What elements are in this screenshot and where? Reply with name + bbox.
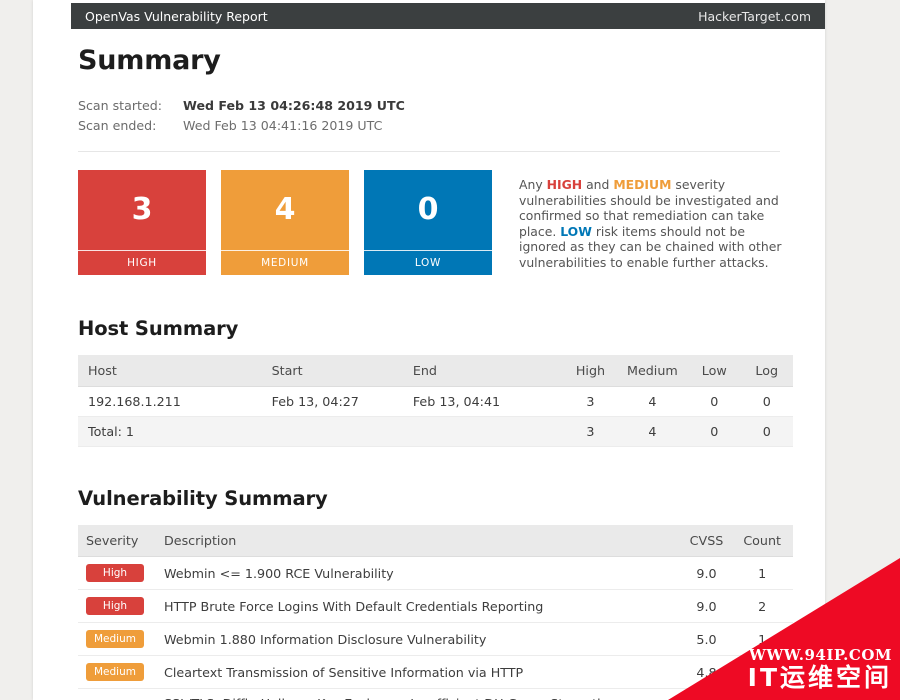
high-cell: 3 xyxy=(564,386,617,417)
log-cell: 0 xyxy=(740,386,793,417)
severity-col-header: Severity xyxy=(78,525,154,557)
report-header-bar: OpenVas Vulnerability Report HackerTarge… xyxy=(71,3,825,29)
severity-cell: High xyxy=(78,589,154,623)
severity-cell: Medium xyxy=(78,655,154,689)
report-page: OpenVas Vulnerability Report HackerTarge… xyxy=(33,0,825,700)
note-part2: and xyxy=(582,177,614,192)
cvss-cell: 4.8 xyxy=(679,655,734,689)
vulnerability-summary-table: Severity Description CVSS Count High Web… xyxy=(78,525,793,700)
status-badge: High xyxy=(86,597,144,615)
note-low-keyword: LOW xyxy=(560,223,592,239)
scan-ended-value: Wed Feb 13 04:41:16 2019 UTC xyxy=(183,118,383,133)
log-col-header: Log xyxy=(740,355,793,387)
table-row: High Webmin <= 1.900 RCE Vulnerability 9… xyxy=(78,556,793,590)
host-summary-table-wrap: Host Start End High Medium Low Log 192.1… xyxy=(78,355,793,447)
severity-label-medium: MEDIUM xyxy=(221,250,349,275)
vulnerability-summary-heading: Vulnerability Summary xyxy=(78,487,328,510)
description-cell: Cleartext Transmission of Sensitive Info… xyxy=(154,655,680,689)
table-row: Medium SSL/TLS: Diffie-Hellman Key Excha… xyxy=(78,688,793,700)
severity-count-high: 3 xyxy=(131,191,153,227)
cvss-cell: 9.0 xyxy=(679,589,734,623)
severity-box-high: 3 HIGH xyxy=(78,170,206,275)
host-summary-table: Host Start End High Medium Low Log 192.1… xyxy=(78,355,793,447)
count-col-header: Count xyxy=(733,525,793,557)
total-start-cell xyxy=(261,416,403,447)
table-total-row: Total: 1 3 4 0 0 xyxy=(78,416,793,447)
host-summary-header-row: Host Start End High Medium Low Log xyxy=(78,355,793,387)
cvss-cell: 5.0 xyxy=(679,622,734,656)
host-summary-heading: Host Summary xyxy=(78,317,239,340)
host-summary-tbody: 192.168.1.211 Feb 13, 04:27 Feb 13, 04:4… xyxy=(78,386,793,447)
count-cell: 1 xyxy=(733,556,793,590)
severity-overview: 3 HIGH 4 MEDIUM 0 LOW Any HIGH and MEDIU… xyxy=(78,170,788,275)
severity-count-low: 0 xyxy=(417,191,439,227)
status-badge: High xyxy=(86,564,144,582)
cvss-cell: 9.0 xyxy=(679,556,734,590)
severity-count-medium: 4 xyxy=(274,191,296,227)
cvss-cell: 4.0 xyxy=(679,688,734,700)
report-title: OpenVas Vulnerability Report xyxy=(85,8,268,24)
scan-ended-label: Scan ended: xyxy=(78,118,157,133)
total-log-cell: 0 xyxy=(740,416,793,447)
total-label-cell: Total: 1 xyxy=(78,416,262,447)
severity-cell: Medium xyxy=(78,688,154,700)
scan-started-label: Scan started: xyxy=(78,98,162,113)
count-cell: 1 xyxy=(733,655,793,689)
report-brand: HackerTarget.com xyxy=(698,8,811,24)
table-row: Medium Webmin 1.880 Information Disclosu… xyxy=(78,622,793,656)
vulnerability-summary-header-row: Severity Description CVSS Count xyxy=(78,525,793,557)
severity-box-group: 3 HIGH 4 MEDIUM 0 LOW xyxy=(78,170,507,275)
low-col-header: Low xyxy=(688,355,741,387)
medium-cell: 4 xyxy=(616,386,689,417)
host-col-header: Host xyxy=(78,355,262,387)
high-col-header: High xyxy=(564,355,617,387)
vulnerability-summary-thead: Severity Description CVSS Count xyxy=(78,525,793,557)
host-summary-thead: Host Start End High Medium Low Log xyxy=(78,355,793,387)
low-cell: 0 xyxy=(688,386,741,417)
description-cell: Webmin <= 1.900 RCE Vulnerability xyxy=(154,556,680,590)
table-row: Medium Cleartext Transmission of Sensiti… xyxy=(78,655,793,689)
summary-heading: Summary xyxy=(78,45,221,76)
note-part1: Any xyxy=(519,177,547,192)
count-cell: 2 xyxy=(733,688,793,700)
cvss-col-header: CVSS xyxy=(679,525,734,557)
total-end-cell xyxy=(402,416,565,447)
start-cell: Feb 13, 04:27 xyxy=(261,386,403,417)
summary-divider xyxy=(78,151,780,152)
host-cell: 192.168.1.211 xyxy=(78,386,262,417)
table-row: 192.168.1.211 Feb 13, 04:27 Feb 13, 04:4… xyxy=(78,386,793,417)
table-row: High HTTP Brute Force Logins With Defaul… xyxy=(78,589,793,623)
severity-label-low: LOW xyxy=(364,250,492,275)
description-cell: Webmin 1.880 Information Disclosure Vuln… xyxy=(154,622,680,656)
description-cell: SSL/TLS: Diffie-Hellman Key Exchange Ins… xyxy=(154,688,680,700)
severity-cell: High xyxy=(78,556,154,590)
scan-ended-row: Scan ended: Wed Feb 13 04:41:16 2019 UTC xyxy=(78,116,788,136)
scan-meta: Scan started: Wed Feb 13 04:26:48 2019 U… xyxy=(78,96,788,136)
end-col-header: End xyxy=(402,355,565,387)
total-medium-cell: 4 xyxy=(616,416,689,447)
note-medium-keyword: MEDIUM xyxy=(613,177,672,192)
description-cell: HTTP Brute Force Logins With Default Cre… xyxy=(154,589,680,623)
note-high-keyword: HIGH xyxy=(546,177,583,192)
end-cell: Feb 13, 04:41 xyxy=(402,386,565,417)
description-col-header: Description xyxy=(154,525,680,557)
severity-box-low: 0 LOW xyxy=(364,170,492,275)
total-low-cell: 0 xyxy=(688,416,741,447)
status-badge: Medium xyxy=(86,630,144,648)
vulnerability-summary-table-wrap: Severity Description CVSS Count High Web… xyxy=(78,525,793,700)
total-high-cell: 3 xyxy=(564,416,617,447)
count-cell: 2 xyxy=(733,589,793,623)
scan-started-row: Scan started: Wed Feb 13 04:26:48 2019 U… xyxy=(78,96,788,116)
status-badge: Medium xyxy=(86,663,144,681)
severity-cell: Medium xyxy=(78,622,154,656)
start-col-header: Start xyxy=(261,355,403,387)
severity-label-high: HIGH xyxy=(78,250,206,275)
report-content: Summary Scan started: Wed Feb 13 04:26:4… xyxy=(78,34,793,700)
severity-explanation: Any HIGH and MEDIUM severity vulnerabili… xyxy=(519,170,788,271)
count-cell: 1 xyxy=(733,622,793,656)
medium-col-header: Medium xyxy=(616,355,689,387)
severity-box-medium: 4 MEDIUM xyxy=(221,170,349,275)
scan-started-value: Wed Feb 13 04:26:48 2019 UTC xyxy=(183,98,405,113)
vulnerability-summary-tbody: High Webmin <= 1.900 RCE Vulnerability 9… xyxy=(78,556,793,700)
